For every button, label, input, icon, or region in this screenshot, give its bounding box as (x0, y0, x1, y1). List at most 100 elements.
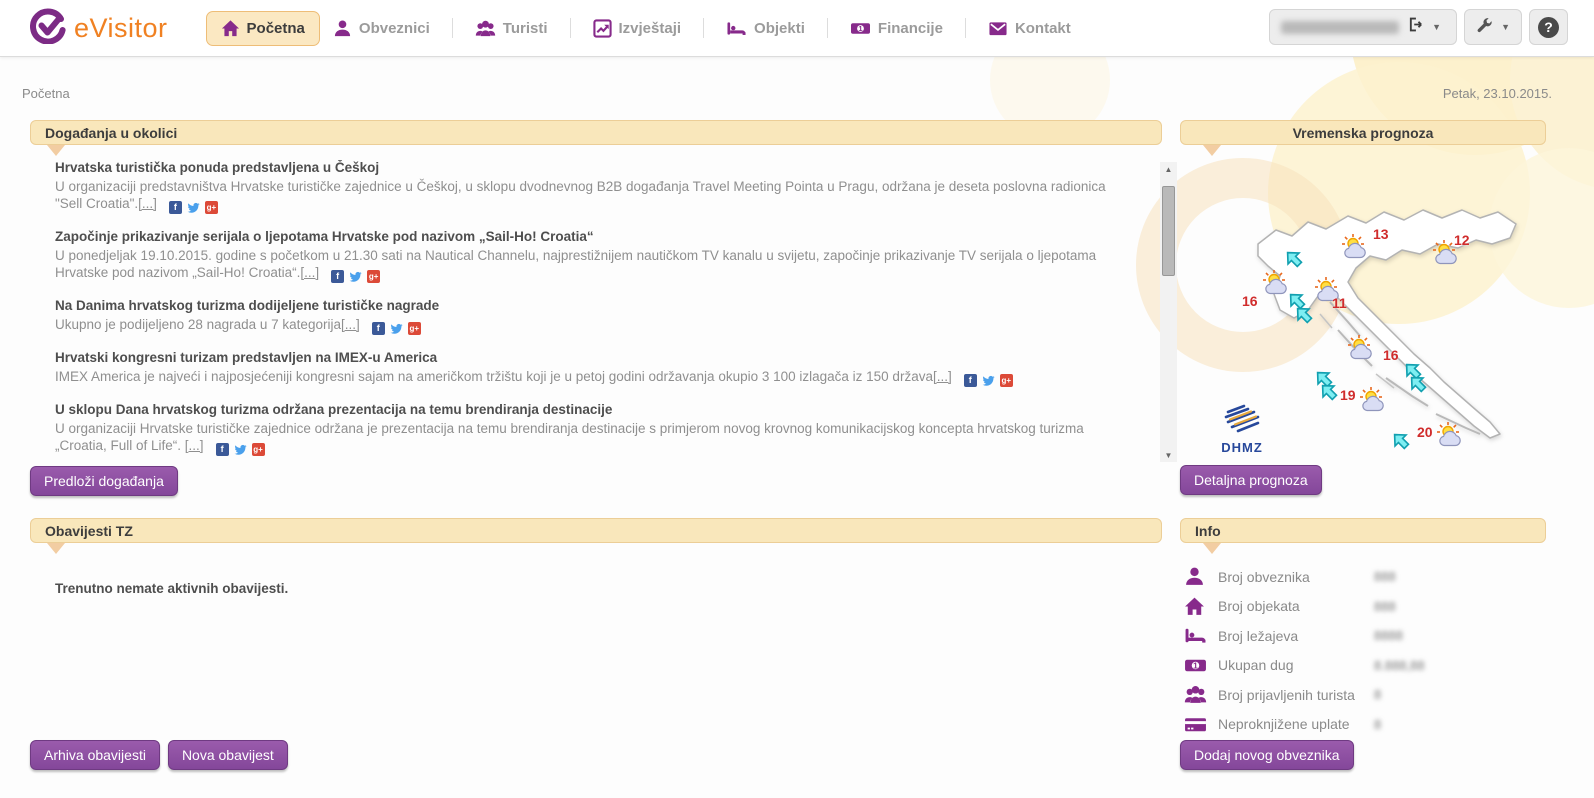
notices-empty-message: Trenutno nemate aktivnih obavijesti. (55, 581, 288, 596)
info-row: 1 Ukupan dug 8.888,88 (1184, 651, 1546, 681)
nav-item-izvjestaji[interactable]: Izvještaji (580, 12, 695, 45)
nav-item-obveznici[interactable]: Obveznici (320, 12, 443, 45)
nav-item-label: Financije (878, 20, 943, 37)
twitter-icon[interactable] (187, 201, 200, 214)
new-notice-button[interactable]: Nova obavijest (168, 740, 288, 770)
temperature-label: 11 (1332, 295, 1347, 311)
twitter-icon[interactable] (390, 322, 403, 335)
info-row-value: 8 (1374, 717, 1381, 732)
banknote-icon: 1 (850, 19, 871, 38)
list-item: Hrvatska turistička ponuda predstavljena… (55, 160, 1133, 214)
news-body: U organizaciji Hrvatske turističke zajed… (55, 421, 1084, 453)
card-icon (1184, 714, 1218, 735)
detailed-forecast-button[interactable]: Detaljna prognoza (1180, 465, 1322, 495)
info-row-value: 8.888,88 (1374, 658, 1425, 673)
read-more-link[interactable]: [...] (300, 265, 319, 280)
googleplus-icon[interactable]: g+ (1000, 374, 1013, 387)
info-row-label: Neproknjižene uplate (1218, 716, 1374, 732)
top-navigation-bar: eVisitor Početna Obveznici Turisti (0, 0, 1594, 57)
nav-divider (703, 18, 704, 38)
notice-archive-button[interactable]: Arhiva obavijesti (30, 740, 160, 770)
info-row: Broj prijavljenih turista 8 (1184, 680, 1546, 710)
group-icon (1184, 684, 1218, 705)
scrollbar-thumb[interactable] (1162, 186, 1175, 276)
read-more-link[interactable]: [...] (185, 438, 204, 453)
nav-item-kontakt[interactable]: Kontakt (975, 12, 1084, 45)
news-title: U sklopu Dana hrvatskog turizma održana … (55, 402, 1133, 417)
wrench-icon (1476, 16, 1493, 38)
nav-item-turisti[interactable]: Turisti (462, 12, 561, 45)
user-menu-button[interactable]: ▼ (1269, 9, 1457, 45)
nav-item-label: Obveznici (359, 20, 430, 37)
help-button[interactable]: ? (1529, 9, 1568, 45)
weather-map: 13 12 16 11 16 19 20 DHMZ (1180, 152, 1546, 462)
info-row-value: 8888 (1374, 628, 1403, 643)
sun-cloud-icon (1358, 386, 1394, 417)
wind-arrow-icon (1319, 382, 1338, 406)
twitter-icon[interactable] (982, 374, 995, 387)
list-item: U sklopu Dana hrvatskog turizma održana … (55, 402, 1133, 456)
info-row-value: 888 (1374, 599, 1396, 614)
read-more-link[interactable]: [...] (341, 317, 360, 332)
sun-cloud-icon (1340, 233, 1376, 264)
wind-arrow-icon (1294, 305, 1313, 329)
info-row-label: Ukupan dug (1218, 657, 1374, 673)
suggest-events-button[interactable]: Predloži događanja (30, 466, 178, 496)
breadcrumb: Početna (22, 86, 70, 101)
nav-item-label: Početna (247, 20, 305, 37)
facebook-icon[interactable]: f (964, 374, 977, 387)
home-icon (221, 19, 240, 38)
info-row: Broj obveznika 888 (1184, 562, 1546, 592)
add-new-obligor-button[interactable]: Dodaj novog obveznika (1180, 740, 1354, 770)
read-more-link[interactable]: [...] (138, 196, 157, 211)
envelope-icon (988, 19, 1008, 38)
nav-item-label: Kontakt (1015, 20, 1071, 37)
info-row: Broj ležajeva 8888 (1184, 621, 1546, 651)
news-title: Hrvatski kongresni turizam predstavljen … (55, 350, 1133, 365)
info-panel-header: Info (1180, 518, 1546, 543)
tools-menu-button[interactable]: ▼ (1464, 9, 1522, 45)
scroll-down-arrow[interactable]: ▼ (1160, 448, 1177, 462)
nav-item-label: Objekti (754, 20, 805, 37)
home-icon (1184, 596, 1218, 617)
list-item: Na Danima hrvatskog turizma dodijeljene … (55, 298, 1133, 335)
twitter-icon[interactable] (234, 443, 247, 456)
nav-divider (570, 18, 571, 38)
info-row-label: Broj obveznika (1218, 569, 1374, 585)
wind-arrow-icon (1284, 249, 1303, 273)
dhmz-label: DHMZ (1220, 440, 1264, 455)
events-scrollbar[interactable]: ▲ ▼ (1160, 162, 1177, 462)
twitter-icon[interactable] (349, 270, 362, 283)
dhmz-logo: DHMZ (1220, 404, 1264, 455)
info-row-label: Broj prijavljenih turista (1218, 687, 1374, 703)
panel-pointer (47, 543, 65, 554)
googleplus-icon[interactable]: g+ (205, 201, 218, 214)
person-icon (333, 19, 352, 38)
googleplus-icon[interactable]: g+ (252, 443, 265, 456)
nav-item-pocetna[interactable]: Početna (206, 11, 320, 46)
sun-cloud-icon (1346, 334, 1382, 365)
facebook-icon[interactable]: f (372, 322, 385, 335)
nav-item-objekti[interactable]: Objekti (713, 12, 818, 45)
temperature-label: 12 (1454, 232, 1470, 248)
news-title: Započinje prikazivanje serijala o ljepot… (55, 229, 1133, 244)
events-panel-header: Događanja u okolici (30, 120, 1162, 145)
evisitor-logo[interactable]: eVisitor (30, 8, 168, 49)
facebook-icon[interactable]: f (169, 201, 182, 214)
news-body: Ukupno je podijeljeno 28 nagrada u 7 kat… (55, 317, 341, 332)
scroll-up-arrow[interactable]: ▲ (1160, 162, 1177, 176)
bed-icon (726, 19, 747, 38)
facebook-icon[interactable]: f (216, 443, 229, 456)
user-name-obscured (1281, 21, 1399, 34)
news-title: Na Danima hrvatskog turizma dodijeljene … (55, 298, 1133, 313)
googleplus-icon[interactable]: g+ (367, 270, 380, 283)
info-row-value: 8 (1374, 687, 1381, 702)
read-more-link[interactable]: [...] (933, 369, 952, 384)
news-body: IMEX America je najveći i najposjećeniji… (55, 369, 933, 384)
nav-item-financije[interactable]: 1 Financije (837, 12, 956, 45)
wind-arrow-icon (1408, 374, 1427, 398)
banknote-icon: 1 (1184, 655, 1218, 676)
chart-icon (593, 19, 612, 38)
googleplus-icon[interactable]: g+ (408, 322, 421, 335)
facebook-icon[interactable]: f (331, 270, 344, 283)
